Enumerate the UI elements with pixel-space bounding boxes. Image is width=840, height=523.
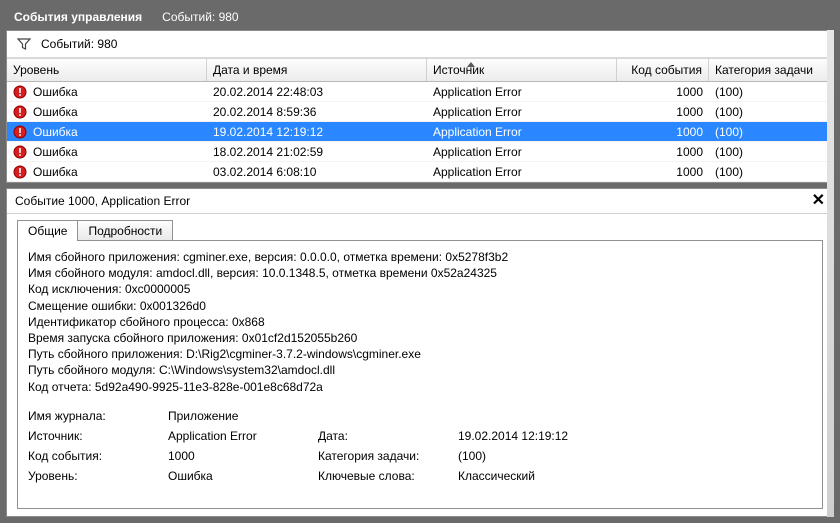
meta-value-code: 1000 (168, 449, 318, 463)
sort-indicator-icon (467, 62, 475, 67)
cell-code: 1000 (617, 161, 709, 183)
cell-code: 1000 (617, 101, 709, 123)
cell-datetime: 18.02.2014 21:02:59 (207, 141, 427, 163)
cell-category: (100) (709, 82, 829, 103)
description-line: Смещение ошибки: 0x001326d0 (28, 298, 812, 314)
description-line: Путь сбойного модуля: C:\Windows\system3… (28, 362, 812, 378)
column-header-datetime[interactable]: Дата и время (207, 59, 427, 81)
tab-general[interactable]: Общие (17, 220, 78, 241)
meta-value-logname: Приложение (168, 409, 318, 423)
filter-event-count: Событий: 980 (41, 37, 117, 51)
meta-value-level: Ошибка (168, 469, 318, 483)
cell-category: (100) (709, 101, 829, 123)
window-title: События управления (14, 10, 142, 24)
cell-code: 1000 (617, 82, 709, 103)
description-line: Идентификатор сбойного процесса: 0x868 (28, 314, 812, 330)
cell-datetime: 19.02.2014 12:19:12 (207, 121, 427, 143)
meta-label-logname: Имя журнала: (28, 409, 168, 423)
cell-category: (100) (709, 161, 829, 183)
cell-code: 1000 (617, 121, 709, 143)
error-icon (13, 85, 27, 99)
cell-code: 1000 (617, 141, 709, 163)
meta-value-category: (100) (458, 449, 638, 463)
cell-datetime: 20.02.2014 8:59:36 (207, 101, 427, 123)
cell-source: Application Error (427, 141, 617, 163)
meta-label-category: Категория задачи: (318, 449, 458, 463)
detail-tabstrip: Общие Подробности (7, 214, 833, 241)
cell-datetime: 20.02.2014 22:48:03 (207, 82, 427, 103)
cell-level-text: Ошибка (33, 105, 78, 119)
title-bar: События управления Событий: 980 (6, 6, 834, 30)
error-icon (13, 125, 27, 139)
cell-level: Ошибка (7, 82, 207, 103)
column-header-code[interactable]: Код события (617, 59, 709, 81)
cell-source: Application Error (427, 82, 617, 103)
filter-icon[interactable] (17, 37, 31, 51)
column-header-category[interactable]: Категория задачи (709, 59, 829, 81)
meta-label-code: Код события: (28, 449, 168, 463)
error-icon (13, 105, 27, 119)
error-icon (13, 145, 27, 159)
description-line: Имя сбойного модуля: amdocl.dll, версия:… (28, 265, 812, 281)
table-row[interactable]: Ошибка 19.02.2014 12:19:12Application Err… (7, 122, 833, 142)
description-line: Путь сбойного приложения: D:\Rig2\cgmine… (28, 346, 812, 362)
description-line: Код исключения: 0xc0000005 (28, 281, 812, 297)
event-grid-body: Ошибка20.02.2014 22:48:03Application Err… (7, 82, 833, 182)
scrollbar-vertical[interactable] (827, 30, 834, 517)
event-header-title: Событие 1000, Application Error (15, 194, 190, 208)
tab-panel-general: Имя сбойного приложения: cgminer.exe, ве… (17, 240, 823, 509)
window-event-count: Событий: 980 (162, 10, 238, 24)
table-row[interactable]: Ошибка 18.02.2014 21:02:59Application Err… (7, 142, 833, 162)
cell-source: Application Error (427, 121, 617, 143)
cell-source: Application Error (427, 161, 617, 183)
column-header-level[interactable]: Уровень (7, 59, 207, 81)
event-detail-header: Событие 1000, Application Error ✕ (7, 189, 833, 214)
event-grid-header: Уровень Дата и время Источник Код событи… (7, 58, 833, 82)
cell-level: Ошибка (7, 101, 207, 123)
event-detail-pane: Событие 1000, Application Error ✕ Общие … (6, 188, 834, 517)
cell-source: Application Error (427, 101, 617, 123)
cell-level: Ошибка (7, 121, 207, 143)
tab-details[interactable]: Подробности (77, 220, 173, 241)
filter-bar: Событий: 980 (7, 31, 833, 58)
table-row[interactable]: Ошибка 20.02.2014 8:59:36Application Erro… (7, 102, 833, 122)
meta-value-source: Application Error (168, 429, 318, 443)
description-line: Время запуска сбойного приложения: 0x01c… (28, 330, 812, 346)
event-description: Имя сбойного приложения: cgminer.exe, ве… (28, 249, 812, 395)
meta-value-date: 19.02.2014 12:19:12 (458, 429, 638, 443)
cell-level: Ошибка (7, 161, 207, 183)
cell-datetime: 03.02.2014 6:08:10 (207, 161, 427, 183)
description-line: Код отчета: 5d92a490-9925-11e3-828e-001e… (28, 379, 812, 395)
event-list-pane: Событий: 980 Уровень Дата и время Источн… (6, 30, 834, 183)
meta-label-keywords: Ключевые слова: (318, 469, 458, 483)
cell-level: Ошибка (7, 141, 207, 163)
meta-label-date: Дата: (318, 429, 458, 443)
description-line: Имя сбойного приложения: cgminer.exe, ве… (28, 249, 812, 265)
event-meta-grid: Имя журнала: Приложение Источник: Applic… (28, 409, 812, 483)
cell-category: (100) (709, 121, 829, 143)
meta-label-level: Уровень: (28, 469, 168, 483)
cell-level-text: Ошибка (33, 145, 78, 159)
table-row[interactable]: Ошибка 20.02.2014 22:48:03Application Err… (7, 82, 833, 102)
cell-level-text: Ошибка (33, 165, 78, 179)
error-icon (13, 165, 27, 179)
table-row[interactable]: Ошибка 03.02.2014 6:08:10Application Erro… (7, 162, 833, 182)
cell-category: (100) (709, 141, 829, 163)
cell-level-text: Ошибка (33, 85, 78, 99)
column-header-source[interactable]: Источник (427, 59, 617, 81)
meta-label-source: Источник: (28, 429, 168, 443)
cell-level-text: Ошибка (33, 125, 78, 139)
close-icon[interactable]: ✕ (812, 193, 825, 209)
meta-value-keywords: Классический (458, 469, 638, 483)
